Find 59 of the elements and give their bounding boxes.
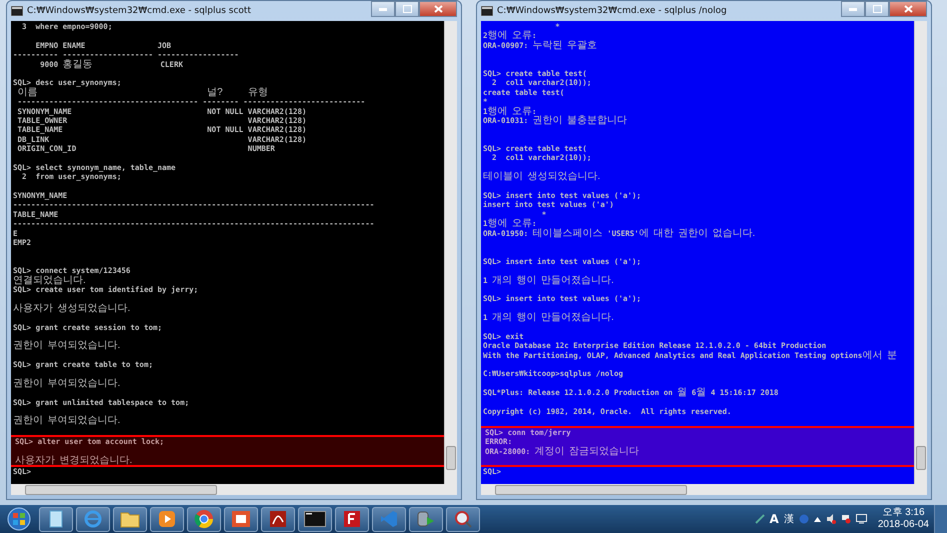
ime-indicator[interactable]: 漢 [784, 512, 794, 526]
taskbar-button[interactable] [224, 506, 258, 532]
monitor-icon[interactable] [856, 514, 867, 524]
console-line: 사용자가 생성되었습니다. [13, 304, 130, 314]
horizontal-scrollbar[interactable] [481, 484, 927, 495]
console-line: 테이블이 생성되었습니다. [483, 172, 600, 182]
taskbar-button[interactable] [187, 506, 221, 532]
close-icon [434, 5, 442, 13]
caret-icon[interactable] [814, 516, 821, 522]
console-line: 사용자가 변경되었습니다. [15, 456, 132, 466]
taskbar-button[interactable] [150, 506, 184, 532]
slides-icon [231, 510, 251, 528]
vertical-scrollbar[interactable] [444, 21, 457, 484]
app-tile-icon [343, 510, 361, 528]
vertical-scrollbar[interactable] [914, 21, 927, 484]
column-header: 이름 [18, 88, 38, 98]
column-header: 유형 [248, 88, 268, 98]
pdf-icon [269, 510, 287, 528]
terminal-icon [304, 511, 326, 527]
minimize-icon [849, 8, 857, 10]
console-line: 권한이 부여되었습니다. [13, 341, 120, 351]
console-line: 권한이 부여되었습니다. [13, 416, 120, 426]
taskbar-button[interactable] [335, 506, 369, 532]
browser-icon [83, 509, 103, 529]
close-button[interactable] [889, 1, 927, 17]
horizontal-scrollbar[interactable] [11, 484, 457, 495]
tool-icon [453, 509, 473, 529]
speaker-icon[interactable] [826, 514, 836, 524]
language-indicator[interactable]: A [770, 512, 779, 526]
minimize-icon [379, 8, 387, 10]
terminal-icon [481, 6, 493, 16]
folder-icon [120, 510, 140, 528]
taskbar-button[interactable] [446, 506, 480, 532]
column-header: 널? [207, 88, 223, 98]
clock-date[interactable]: 2018-06-04 [878, 519, 929, 531]
window-title: C:₩Windows₩system32₩cmd.exe - sqlplus scott [27, 6, 251, 16]
window-title: C:₩Windows₩system32₩cmd.exe - sqlplus /nolog [497, 6, 727, 16]
taskbar-button[interactable] [39, 506, 73, 532]
console-line: 연결되었습니다. [13, 276, 86, 285]
maximize-icon [872, 5, 882, 13]
play-icon [158, 510, 176, 528]
maximize-icon [402, 5, 412, 13]
console-line: 권한이 부여되었습니다. [13, 378, 120, 388]
taskbar-button[interactable] [298, 506, 332, 532]
browser-icon [194, 509, 214, 529]
start-orb-icon [7, 507, 31, 531]
maximize-button[interactable] [865, 1, 889, 17]
close-button[interactable] [419, 1, 457, 17]
maximize-button[interactable] [395, 1, 419, 17]
code-editor-icon [380, 510, 398, 528]
terminal-icon [11, 6, 23, 16]
taskbar-button[interactable] [113, 506, 147, 532]
close-icon [904, 5, 912, 13]
minimize-button[interactable] [841, 1, 865, 17]
document-icon [47, 510, 65, 528]
taskbar-button[interactable] [261, 506, 295, 532]
clock-time[interactable]: 오후 3:16 [882, 507, 925, 519]
database-icon [416, 509, 436, 529]
minimize-button[interactable] [371, 1, 395, 17]
